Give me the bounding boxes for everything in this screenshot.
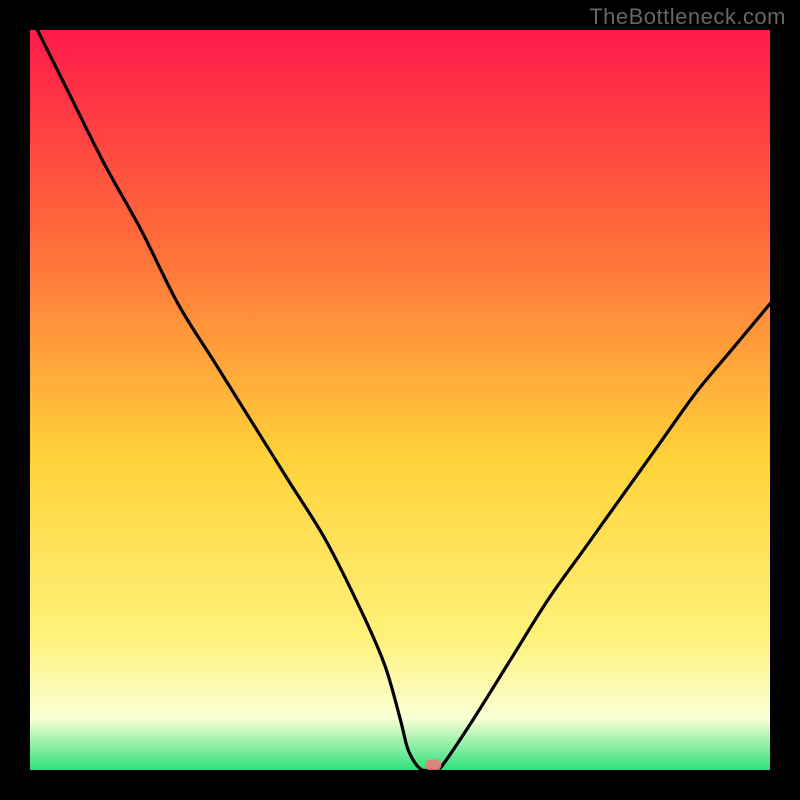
watermark-text: TheBottleneck.com xyxy=(589,4,786,30)
optimal-point-marker xyxy=(425,760,441,770)
gradient-background xyxy=(30,30,770,770)
chart-frame: TheBottleneck.com xyxy=(0,0,800,800)
plot-svg xyxy=(30,30,770,770)
plot-area xyxy=(30,30,770,770)
